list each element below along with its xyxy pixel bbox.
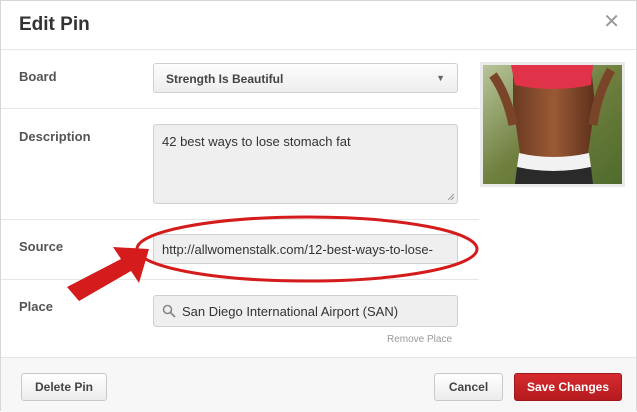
pin-image-graphic [483, 65, 622, 184]
save-changes-button[interactable]: Save Changes [514, 373, 622, 401]
board-select-value: Strength Is Beautiful [166, 72, 284, 86]
source-label: Source [19, 239, 64, 254]
board-select[interactable]: Strength Is Beautiful ▼ [153, 63, 458, 93]
delete-pin-button[interactable]: Delete Pin [21, 373, 107, 401]
chevron-down-icon: ▼ [436, 73, 445, 83]
source-input[interactable]: http://allwomenstalk.com/12-best-ways-to… [153, 234, 458, 264]
divider [1, 279, 479, 280]
divider [1, 219, 479, 220]
dialog-header: Edit Pin ✕ [1, 1, 636, 50]
pin-image [480, 62, 625, 187]
resize-handle-icon[interactable] [447, 193, 455, 201]
search-icon [162, 304, 176, 318]
description-value: 42 best ways to lose stomach fat [162, 134, 351, 149]
place-input[interactable]: San Diego International Airport (SAN) [153, 295, 458, 327]
place-value: San Diego International Airport (SAN) [182, 304, 399, 319]
divider [1, 108, 479, 109]
description-textarea[interactable]: 42 best ways to lose stomach fat [153, 124, 458, 204]
place-label: Place [19, 299, 53, 314]
board-label: Board [19, 69, 57, 84]
close-icon[interactable]: ✕ [603, 12, 620, 32]
cancel-button[interactable]: Cancel [434, 373, 503, 401]
description-label: Description [19, 129, 91, 144]
arrow-icon [67, 247, 149, 301]
dialog-footer: Delete Pin Cancel Save Changes [1, 357, 636, 412]
dialog-title: Edit Pin [19, 14, 90, 35]
remove-place-link[interactable]: Remove Place [387, 334, 452, 345]
edit-pin-dialog: Edit Pin ✕ Board Strength Is Beautiful ▼… [0, 0, 637, 412]
